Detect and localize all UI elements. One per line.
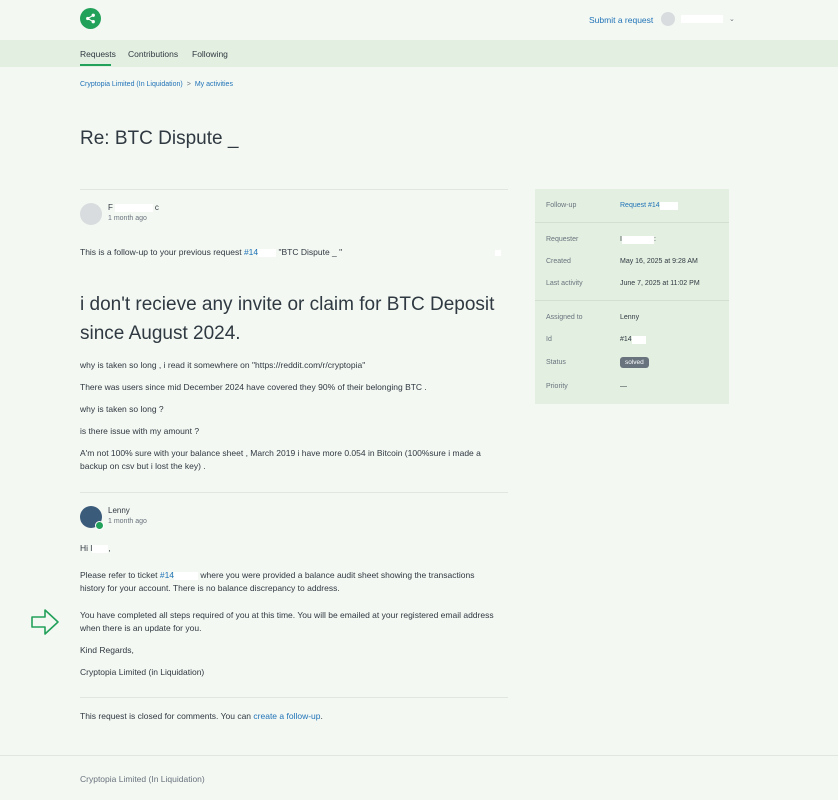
page-title: Re: BTC Dispute _ <box>80 128 239 149</box>
detail-followup: Follow-up Request #14 <box>546 202 678 210</box>
comment-heading: i don't recieve any invite or claim for … <box>80 294 495 344</box>
submit-request-link[interactable]: Submit a request <box>589 15 653 25</box>
avatar <box>80 203 102 225</box>
tab-requests[interactable]: Requests <box>80 49 116 59</box>
comment-author: Lenny <box>108 506 130 515</box>
breadcrumb: Cryptopia Limited (In Liquidation) > My ac… <box>80 81 233 88</box>
detail-status: Status solved <box>546 357 649 368</box>
comment-paragraph: There was users since mid December 2024 … <box>80 382 427 392</box>
comment-paragraph: why is taken so long , i read it somewhe… <box>80 360 366 370</box>
divider <box>80 492 508 493</box>
arrow-right-icon <box>31 609 59 635</box>
breadcrumb-separator: > <box>186 81 191 88</box>
detail-id: Id #14 <box>546 336 646 344</box>
logo[interactable] <box>80 8 101 29</box>
divider <box>80 189 508 190</box>
divider <box>80 697 508 698</box>
request-details-sidebar: Follow-up Request #14 Requester I: Creat… <box>535 189 729 404</box>
share-icon <box>86 13 95 24</box>
divider <box>535 222 729 223</box>
chevron-down-icon: ⌄ <box>729 16 735 23</box>
active-tab-indicator <box>80 64 111 66</box>
status-badge: solved <box>620 357 649 368</box>
detail-requester: Requester I: <box>546 236 656 244</box>
tab-following[interactable]: Following <box>192 49 228 59</box>
agent-avatar <box>80 506 104 530</box>
comment-paragraph: Cryptopia Limited (in Liquidation) <box>80 667 205 677</box>
user-avatar <box>661 12 675 26</box>
detail-priority: Priority — <box>546 383 627 390</box>
comment-author: Fc <box>108 203 159 212</box>
detail-last-activity: Last activity June 7, 2025 at 11:02 PM <box>546 280 700 287</box>
tab-contributions[interactable]: Contributions <box>128 49 178 59</box>
detail-assigned-to: Assigned to Lenny <box>546 314 640 321</box>
agent-badge-icon <box>95 521 104 530</box>
comment-paragraph: Please refer to ticket #14 where you wer… <box>80 570 475 593</box>
closed-notice: This request is closed for comments. You… <box>80 711 323 721</box>
comment-header: Lenny 1 month ago <box>80 506 147 530</box>
comment-time: 1 month ago <box>108 518 147 525</box>
comment-paragraph: A'm not 100% sure with your balance shee… <box>80 448 481 471</box>
comment-paragraph: is there issue with my amount ? <box>80 426 200 436</box>
profile-nav: Requests Contributions Following <box>0 40 838 67</box>
comment-greeting: Hi l, <box>80 543 111 553</box>
comment-paragraph: You have completed all steps required of… <box>80 610 494 633</box>
detail-created: Created May 16, 2025 at 9:28 AM <box>546 258 698 265</box>
footer-divider <box>0 755 838 756</box>
followup-request-link[interactable]: Request #14 <box>620 202 660 210</box>
user-menu[interactable]: ⌄ <box>661 12 735 26</box>
top-bar: Submit a request ⌄ <box>0 0 838 40</box>
comment-header: Fc 1 month ago <box>80 203 159 225</box>
divider <box>535 300 729 301</box>
followup-line: This is a follow-up to your previous req… <box>80 246 510 259</box>
breadcrumb-my-activities[interactable]: My activities <box>195 81 233 88</box>
redacted-name <box>114 203 153 212</box>
comment-paragraph: why is taken so long ? <box>80 404 164 414</box>
comment-paragraph: Kind Regards, <box>80 645 134 655</box>
ticket-link[interactable]: #14 <box>160 570 174 580</box>
user-name <box>681 15 723 23</box>
followup-request-link[interactable]: #14 <box>244 247 258 257</box>
breadcrumb-home[interactable]: Cryptopia Limited (In Liquidation) <box>80 81 183 88</box>
create-followup-link[interactable]: create a follow-up <box>253 711 320 721</box>
footer-text: Cryptopia Limited (In Liquidation) <box>80 774 205 784</box>
comment-time: 1 month ago <box>108 215 147 222</box>
